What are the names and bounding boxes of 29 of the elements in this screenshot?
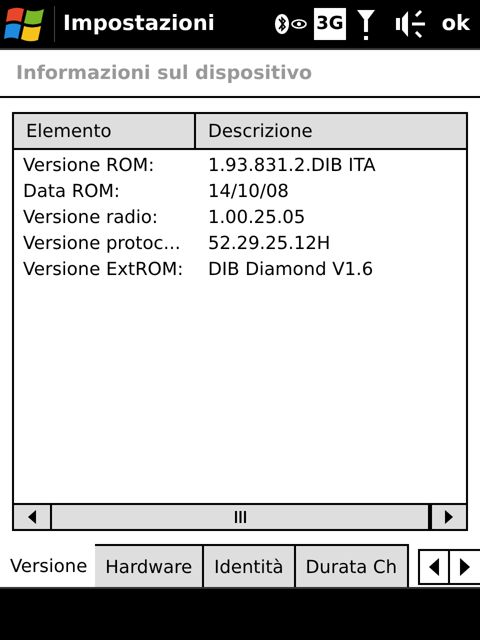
table-cell-text: Versione ExtROM: bbox=[22, 258, 184, 282]
column-header[interactable]: Elemento bbox=[14, 114, 196, 148]
right-arrow-icon bbox=[460, 558, 470, 576]
table-cell-text: DIB Diamond V1.6 bbox=[207, 258, 374, 282]
table-cell-text: Data ROM: bbox=[22, 180, 121, 204]
table-cell-text: Versione protoc... bbox=[22, 232, 182, 256]
bluetooth-icon[interactable] bbox=[274, 13, 308, 35]
column-header[interactable]: Descrizione bbox=[196, 114, 466, 148]
table-cell-text: 52.29.25.12H bbox=[207, 232, 330, 256]
horizontal-scrollbar[interactable] bbox=[14, 503, 466, 529]
tab[interactable]: Durata Ch bbox=[296, 544, 410, 587]
tab-scroll-left-button[interactable] bbox=[418, 549, 450, 585]
grip-icon bbox=[234, 511, 246, 523]
ok-button[interactable]: ok bbox=[442, 8, 470, 40]
tab[interactable]: Hardware bbox=[95, 544, 204, 587]
table-cell-text: 1.00.25.05 bbox=[207, 206, 306, 230]
table-cell-text: Versione ROM: bbox=[22, 154, 156, 178]
table-cell-text: 14/10/08 bbox=[207, 180, 289, 204]
network-badge: 3G bbox=[314, 8, 346, 40]
left-arrow-icon bbox=[28, 510, 36, 524]
table-cell-text: 1.93.831.2.DIB ITA bbox=[207, 154, 376, 178]
tab[interactable]: Identità bbox=[204, 544, 296, 587]
left-arrow-icon bbox=[429, 558, 439, 576]
right-arrow-icon bbox=[445, 510, 453, 524]
speaker-icon[interactable] bbox=[394, 8, 428, 40]
tab-scroll-right-button[interactable] bbox=[450, 549, 480, 585]
app-title: Impostazioni bbox=[63, 10, 215, 38]
table-cell-text: Versione radio: bbox=[22, 206, 159, 230]
page-title: Informazioni sul dispositivo bbox=[16, 60, 312, 86]
